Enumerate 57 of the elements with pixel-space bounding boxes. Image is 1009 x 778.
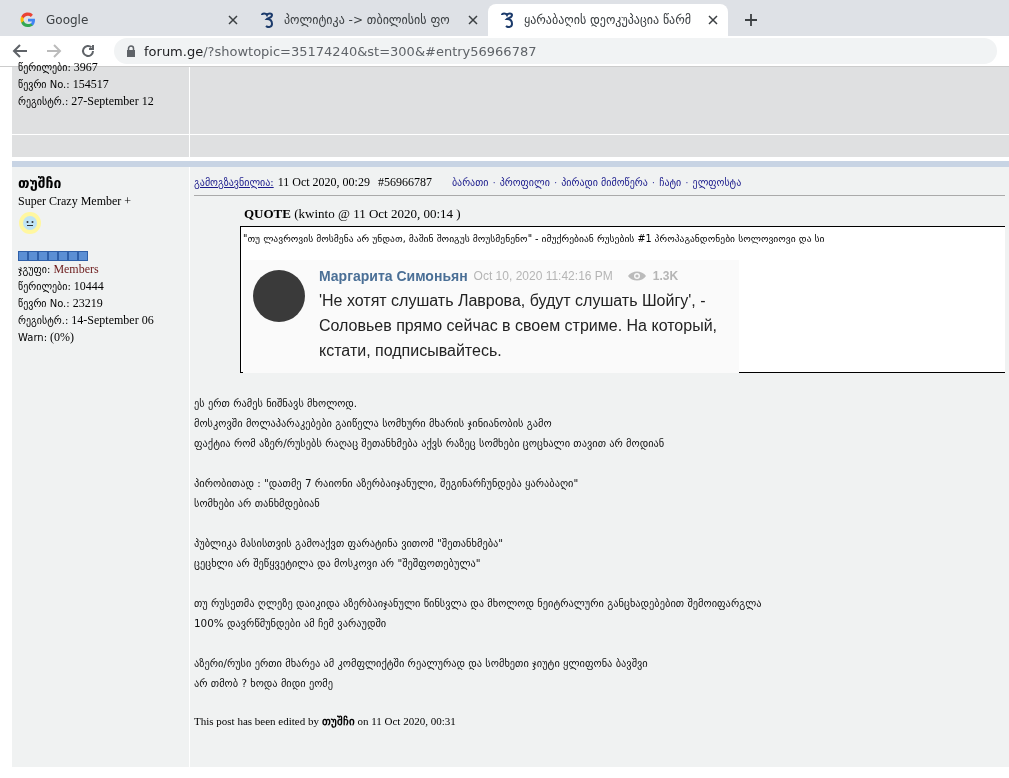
- lock-icon: [126, 45, 136, 57]
- address-bar[interactable]: forum.ge/?showtopic=35174240&st=300&#entry56966787: [114, 38, 997, 64]
- separator-dot: ·: [553, 177, 558, 188]
- author-name[interactable]: თუშჩი: [18, 175, 183, 191]
- post-text-line: ფაქტია რომ აზერ/რუსებს რაღაც შეთანხმება აქვს რაზეც სომხები ცოცხალი თავით არ მოდიან: [194, 436, 666, 452]
- post-text-line: პირობითად : "დათმე 7 რაიონი აზერბაიჯანული, შეგინარჩუნდება ყარაბაღი": [194, 476, 580, 492]
- profile-field: რეგისტრ.: 27-September 12: [18, 93, 183, 110]
- back-arrow-icon[interactable]: [12, 43, 28, 59]
- forum-logo-icon: [260, 12, 274, 28]
- user-link[interactable]: პროფილი: [499, 177, 550, 188]
- post-text-line: არ თმობ ? ხოდა მიდი ეომე: [194, 676, 335, 692]
- browser-tab[interactable]: ყარაბაღის დეოკუპაცია წარმ: [488, 4, 728, 36]
- post-text-line: ეს ერთ რამეს ნიშნავს მხოლოდ.: [194, 396, 359, 412]
- browser-tab[interactable]: Google: [8, 4, 248, 36]
- post-text-line: ცეცხლი არ შეწყვეტილა და მოსკოვი არ "შეშფოთებულა": [194, 556, 482, 572]
- close-icon[interactable]: [708, 15, 718, 25]
- forum-logo-icon: [500, 12, 514, 28]
- profile-field: წერილები: 10444: [18, 278, 183, 295]
- author-rank: Super Crazy Member +: [18, 193, 133, 209]
- rank-pips-icon: [18, 251, 88, 261]
- post-text-line: თუ რუსეთმა ღლეზე დაიკიდა აზერბაიჯანული წინსვლა და მხოლოდ ნეიტრალური განცხადებებით შემოიფარგლა: [194, 596, 763, 612]
- profile-field: წევრი No.: 23219: [18, 295, 183, 312]
- google-logo-icon: [20, 12, 36, 28]
- tweet-time: Oct 10, 2020 11:42:16 PM: [473, 269, 613, 283]
- profile-field: წევრი No.: 154517: [18, 76, 183, 93]
- post-number: #56966787: [377, 175, 432, 190]
- post-text-line: აზერი/რუსი ერთი მხარეა ამ კომფლიქტში რეალურად და სომხეთი ჯიუტი ყლიფონა ბავშვი: [194, 656, 649, 672]
- separator-dot: ·: [685, 177, 689, 188]
- post-text-line: სომხები არ თანხმდებიან: [194, 496, 321, 512]
- tweet-text: 'Не хотят слушать Лаврова, будут слушать Шойгу', - Соловьев прямо сейчас в своем стриме. На который, кстати, подписывайтесь.: [319, 291, 718, 361]
- quote-title: QUOTE (kwinto @ 11 Oct 2020, 00:14 ): [244, 206, 462, 222]
- avatar-placeholder: [253, 270, 305, 322]
- user-link[interactable]: პირადი მიმოწერა: [561, 177, 648, 188]
- post-date: 11 Oct 2020, 00:29: [277, 175, 370, 190]
- quote-text: "თუ ლავროვის მოსმენა არ უნდათ, მაშინ შოიგუს მოუსმენენო" - იმუქრებიან რუსების #1 პროპაგანდონები სოლოვიოვი და სი: [243, 233, 826, 244]
- profile-field: რეგისტრ.: 14-September 06: [18, 312, 183, 329]
- edited-note: This post has been edited by თუშჩი on 11 Oct 2020, 00:31: [194, 715, 457, 728]
- close-icon[interactable]: [228, 15, 238, 25]
- tweet-author[interactable]: Маргарита Симоньян: [319, 268, 468, 284]
- post-text-line: პუბლიკა მასისთვის გამოაქვთ ფარატინა ვითომ "შეთანხმება": [194, 536, 505, 552]
- browser-tab[interactable]: პოლიტიკა -> თბილისის ფო: [248, 4, 488, 36]
- separator-dot: ·: [492, 177, 496, 188]
- sent-link[interactable]: გამოგზავნილია:: [194, 177, 274, 188]
- user-link[interactable]: ბარათი: [451, 177, 489, 188]
- user-link[interactable]: ელფოსტა: [692, 177, 742, 188]
- profile-field: Warn: (0%): [18, 329, 183, 346]
- eye-icon: [626, 270, 647, 282]
- close-icon[interactable]: [468, 15, 478, 25]
- post-text-line: მოსკოვში მოლაპარაკებები გაიწელა სომხური მხარის ჯინიანობის გამო: [194, 416, 553, 432]
- user-link[interactable]: ჩატი: [659, 177, 682, 188]
- sun-face-icon: [18, 211, 42, 235]
- profile-field: ჯგუფი: Members: [18, 261, 183, 278]
- new-tab-icon[interactable]: [744, 13, 758, 27]
- separator-dot: ·: [651, 177, 656, 188]
- post-text-line: 100% დავრწმუნდები ამ ჩემ ვარაუდში: [194, 616, 388, 632]
- view-count: 1.3K: [652, 269, 679, 283]
- reload-icon[interactable]: [80, 43, 96, 59]
